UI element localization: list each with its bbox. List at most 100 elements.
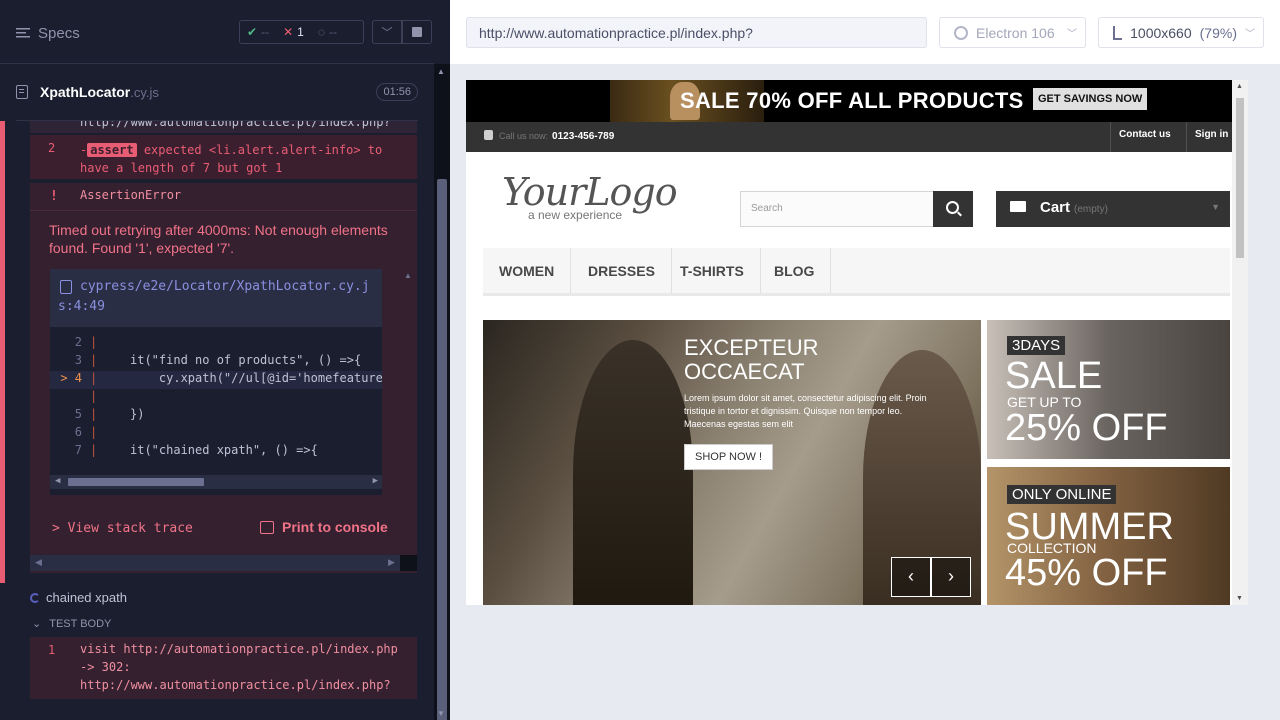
viewport-info[interactable]: 1000x660 (79%) ﹀ — [1098, 17, 1264, 48]
scrollbar-corner — [400, 555, 417, 571]
code-horizontal-scrollbar[interactable]: ◀ ▶ — [50, 475, 382, 489]
file-icon — [16, 85, 28, 99]
spec-file-ext: .cy.js — [130, 84, 159, 100]
contact-us-link[interactable]: Contact us — [1110, 122, 1179, 152]
passed-stat: ✔ -- — [240, 25, 276, 39]
call-info: Call us now: 0123-456-789 — [484, 130, 614, 142]
passed-count: -- — [261, 25, 270, 39]
test-body-toggle[interactable]: ⌄ TEST BODY — [32, 617, 112, 631]
promo-banner[interactable]: SALE 70% OFF ALL PRODUCTS GET SAVINGS NO… — [466, 80, 1248, 122]
command-row-partial[interactable]: http://www.automationpractice.pl/index.p… — [30, 121, 417, 133]
test-body-label: TEST BODY — [49, 617, 112, 630]
code-line: 7 | it("chained xpath", () =>{ — [50, 443, 382, 461]
promo-tile-summer[interactable]: ONLY ONLINE SUMMER COLLECTION 45% OFF — [987, 467, 1230, 605]
right-arrow-icon: ▶ — [372, 476, 378, 486]
slide-image — [573, 340, 693, 605]
search-button[interactable] — [933, 191, 973, 227]
browser-selector[interactable]: Electron 106 ﹀ — [939, 17, 1086, 48]
browser-label: Electron 106 — [976, 24, 1055, 41]
error-vertical-scrollbar[interactable]: ▲ ▼ — [400, 271, 417, 651]
cart-icon — [1010, 201, 1026, 212]
chevron-down-icon: ﹀ — [1067, 29, 1077, 40]
print-to-console-button[interactable]: Print to console — [260, 519, 388, 535]
spinner-icon: ◌ — [317, 25, 325, 39]
promo-tag: 3DAYS — [1007, 336, 1066, 355]
command-number: 2 — [48, 141, 56, 155]
scrollbar-thumb[interactable] — [68, 478, 204, 486]
collapse-button[interactable]: ﹀ — [372, 20, 402, 44]
caret-down-icon: ▼ — [1211, 202, 1220, 212]
up-arrow-icon: ▲ — [1236, 83, 1243, 90]
chevron-right-icon: › — [948, 566, 954, 586]
home-slider: EXCEPTEUR OCCAECAT Lorem ipsum dolor sit… — [483, 320, 981, 605]
chevron-left-icon: ‹ — [908, 566, 914, 586]
code-frame-path: cypress/e2e/Locator/XpathLocator.cy.js:4… — [58, 279, 370, 314]
print-console-label: Print to console — [282, 519, 388, 535]
right-arrow-icon: ▶ — [388, 557, 395, 567]
shop-now-button[interactable]: SHOP NOW ! — [684, 444, 774, 470]
view-stack-trace-button[interactable]: > View stack trace — [52, 521, 193, 536]
aut-scrollbar[interactable]: ▲ ▼ — [1232, 80, 1248, 605]
get-savings-button[interactable]: GET SAVINGS NOW — [1033, 88, 1148, 110]
code-line: 3 | it("find no of products", () =>{ — [50, 353, 382, 371]
chevron-down-icon: ﹀ — [1245, 29, 1255, 40]
code-line-highlighted: > 4| cy.xpath("//ul[@id='homefeatured']/… — [50, 371, 382, 389]
site-logo[interactable]: YourLogo a new experience — [502, 170, 702, 225]
ruler-icon — [1113, 25, 1123, 40]
stop-button[interactable] — [402, 20, 432, 44]
code-line: 2 | — [50, 335, 382, 353]
terminal-icon — [260, 520, 274, 534]
command-text: http://www.automationpractice.pl/index.p… — [80, 121, 391, 129]
down-arrow-icon: ▼ — [1236, 595, 1243, 602]
promo-tag: ONLY ONLINE — [1007, 485, 1117, 504]
scrollbar-thumb[interactable] — [1236, 98, 1244, 258]
code-line: | — [90, 389, 98, 403]
slider-next-button[interactable]: › — [931, 557, 971, 597]
promo-tile-sale[interactable]: 3DAYS SALE GET UP TO 25% OFF — [987, 320, 1230, 459]
line-number: > 4 — [60, 371, 82, 385]
visit-command-row[interactable]: 1 visit http://automationpractice.pl/ind… — [30, 637, 417, 699]
code-frame: cypress/e2e/Locator/XpathLocator.cy.js:4… — [50, 269, 382, 495]
menu-item-tshirts[interactable]: T-SHIRTS — [664, 248, 761, 293]
banner-text: SALE 70% OFF ALL PRODUCTS — [680, 88, 1024, 113]
test-chained-xpath[interactable]: chained xpath — [30, 590, 127, 605]
slider-prev-button[interactable]: ‹ — [891, 557, 931, 597]
electron-icon — [954, 25, 968, 40]
chevron-down-icon: ⌄ — [32, 618, 42, 630]
assert-command-row[interactable]: 2 - assert expected <li.alert.alert-info>… — [30, 135, 417, 179]
chevron-down-icon: ﹀ — [381, 27, 393, 39]
cart-empty-label: (empty) — [1074, 204, 1108, 215]
sign-in-link[interactable]: Sign in — [1186, 122, 1238, 152]
reporter-panel: Specs ✔ -- ✕ 1 ◌ -- ﹀ XpathLocator .cy.js 0… — [0, 0, 450, 720]
error-name: AssertionError — [80, 188, 182, 202]
slide-body: Lorem ipsum dolor sit amet, consectetur … — [684, 393, 927, 429]
left-arrow-icon: ◀ — [55, 476, 61, 486]
reporter-scrollbar[interactable]: ▲ ▼ — [434, 64, 450, 720]
phone-number: 0123-456-789 — [552, 131, 615, 142]
viewport-size: 1000x660 — [1130, 24, 1192, 41]
line-number: 6 — [74, 425, 82, 439]
phone-icon — [484, 130, 493, 140]
menu-item-blog[interactable]: BLOG — [758, 248, 832, 293]
cart-button[interactable]: Cart (empty) ▼ — [996, 191, 1230, 227]
test-stats: ✔ -- ✕ 1 ◌ -- — [239, 20, 364, 44]
viewport-zoom: (79%) — [1199, 24, 1237, 41]
error-box: ! AssertionError Timed out retrying afte… — [30, 183, 417, 573]
error-horizontal-scrollbar[interactable]: ◀ ▶ — [30, 555, 417, 571]
line-number: 5 — [74, 407, 82, 421]
code-frame-file-link[interactable]: cypress/e2e/Locator/XpathLocator.cy.js:4… — [50, 269, 382, 327]
stop-icon — [412, 27, 422, 37]
left-arrow-icon: ◀ — [35, 557, 42, 567]
menu-item-women[interactable]: WOMEN — [483, 248, 572, 293]
menu-item-dresses[interactable]: DRESSES — [572, 248, 672, 293]
line-code: }) — [130, 407, 145, 421]
url-bar[interactable]: http://www.automationpractice.pl/index.p… — [466, 17, 927, 48]
line-number: 2 — [74, 335, 82, 349]
scrollbar-thumb[interactable] — [437, 179, 447, 720]
failed-stat: ✕ 1 — [276, 25, 311, 39]
search-input[interactable]: Search — [740, 191, 934, 227]
spec-file-name: XpathLocator — [40, 84, 131, 100]
line-code: it("chained xpath", () =>{ — [130, 443, 318, 457]
spec-file-row[interactable]: XpathLocator .cy.js 01:56 — [16, 80, 418, 104]
specs-button[interactable]: Specs — [16, 22, 80, 44]
